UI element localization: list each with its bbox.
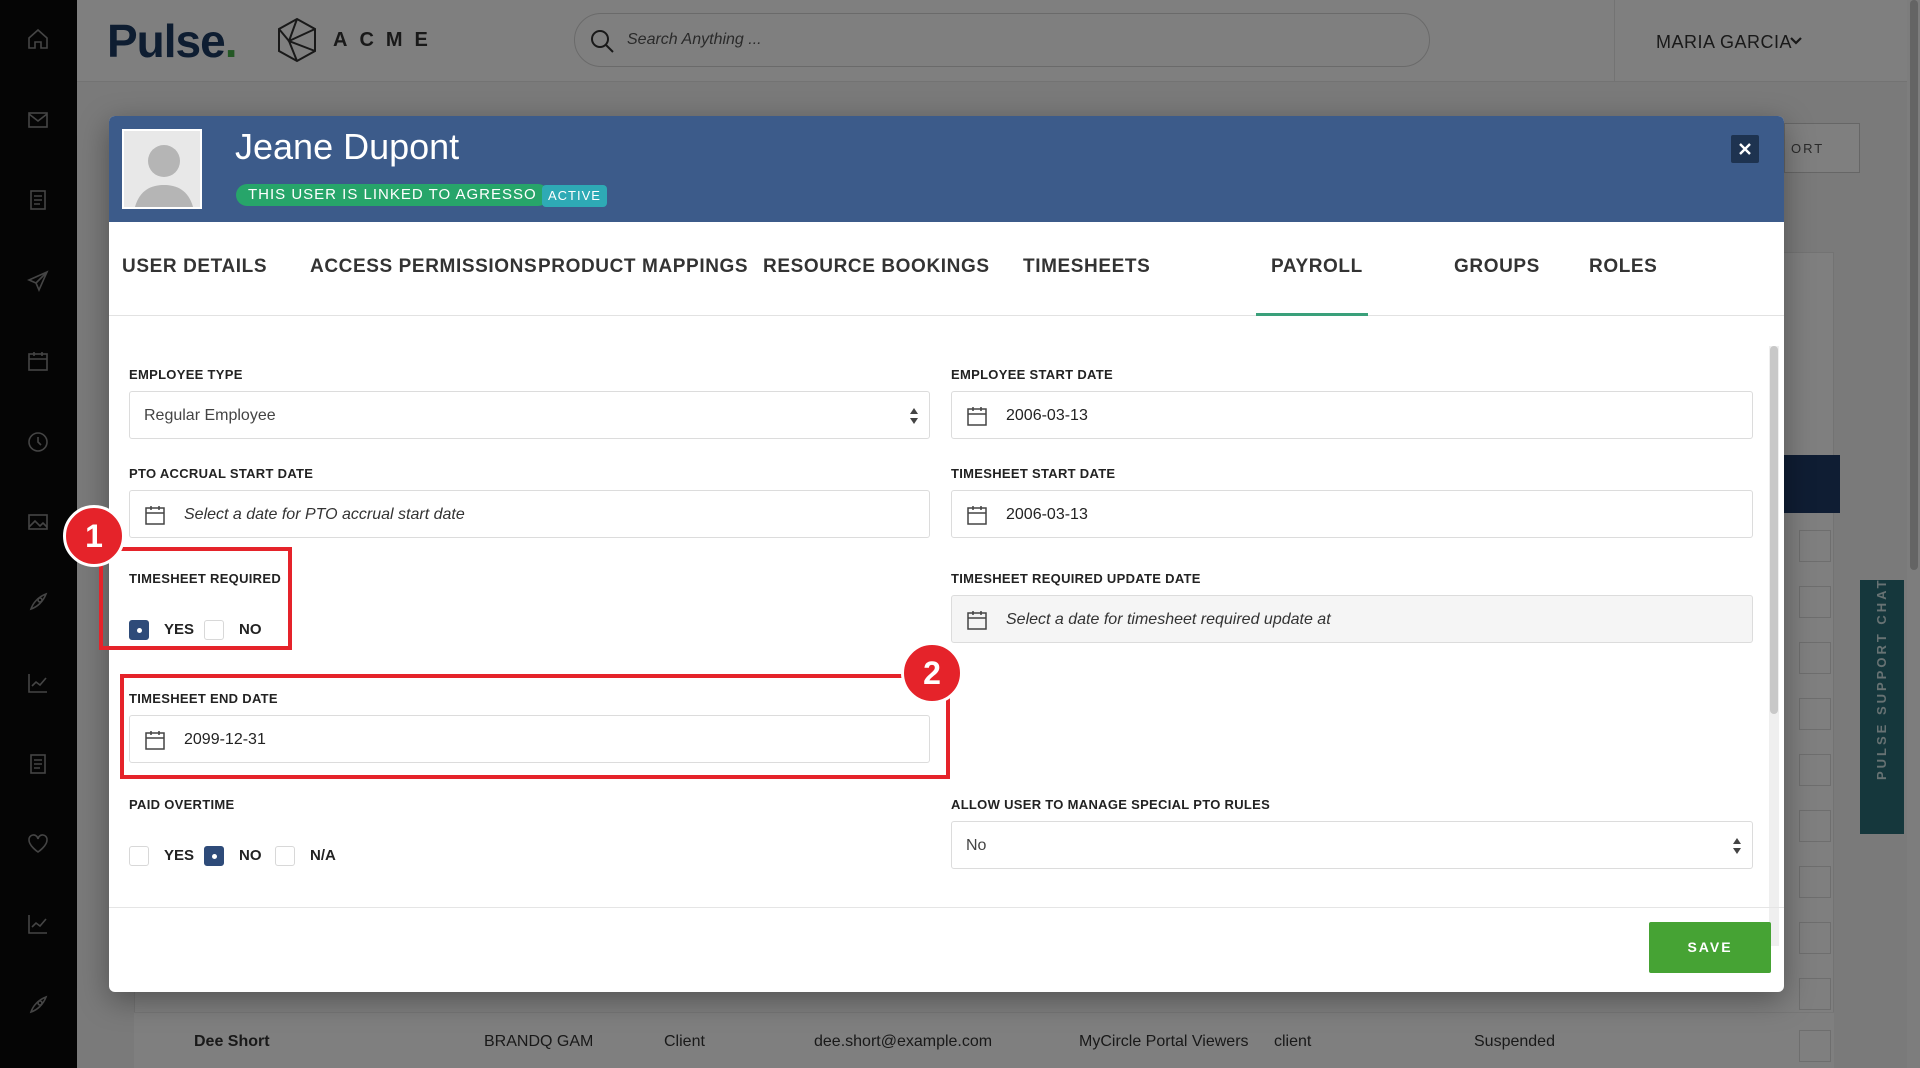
timesheet-required-update-date-label: TIMESHEET REQUIRED UPDATE DATE (951, 571, 1201, 586)
pto-accrual-start-date-field[interactable]: Select a date for PTO accrual start date (129, 490, 930, 538)
select-arrows-icon (909, 406, 919, 426)
employee-start-date-field[interactable]: 2006-03-13 (951, 391, 1753, 439)
paid-overtime-label: PAID OVERTIME (129, 797, 235, 812)
modal-header: Jeane Dupont THIS USER IS LINKED TO AGRE… (109, 116, 1784, 222)
modal-tabs: USER DETAILS ACCESS PERMISSIONS PRODUCT … (109, 222, 1784, 316)
tab-access-permissions[interactable]: ACCESS PERMISSIONS (310, 256, 537, 278)
tab-timesheets[interactable]: TIMESHEETS (1023, 256, 1150, 278)
payroll-form: EMPLOYEE TYPE Regular Employee EMPLOYEE … (109, 317, 1784, 887)
timesheet-start-date-field[interactable]: 2006-03-13 (951, 490, 1753, 538)
timesheet-required-update-date-field[interactable]: Select a date for timesheet required upd… (951, 595, 1753, 643)
paid-overtime-na-checkbox[interactable] (275, 846, 295, 866)
paid-overtime-na-label: N/A (310, 847, 336, 864)
calendar-icon (966, 405, 988, 427)
tab-resource-bookings[interactable]: RESOURCE BOOKINGS (763, 256, 990, 278)
timesheet-start-date-label: TIMESHEET START DATE (951, 466, 1116, 481)
tab-product-mappings[interactable]: PRODUCT MAPPINGS (538, 256, 748, 278)
annotation-box-2 (120, 674, 950, 779)
annotation-marker-2: 2 (901, 642, 963, 704)
agresso-link-badge: THIS USER IS LINKED TO AGRESSO (236, 184, 549, 206)
allow-special-pto-label: ALLOW USER TO MANAGE SPECIAL PTO RULES (951, 797, 1271, 812)
paid-overtime-yes-checkbox[interactable] (129, 846, 149, 866)
save-button[interactable]: SAVE (1649, 922, 1771, 973)
calendar-icon (144, 504, 166, 526)
close-icon (1739, 143, 1751, 155)
user-modal: Jeane Dupont THIS USER IS LINKED TO AGRE… (109, 116, 1784, 992)
employee-type-label: EMPLOYEE TYPE (129, 367, 243, 382)
paid-overtime-yes-label: YES (164, 847, 195, 864)
allow-special-pto-select[interactable]: No (951, 821, 1753, 869)
close-button[interactable] (1731, 135, 1759, 163)
tab-payroll[interactable]: PAYROLL (1271, 256, 1363, 278)
select-arrows-icon (1732, 836, 1742, 856)
annotation-marker-1: 1 (63, 505, 125, 567)
user-name-heading: Jeane Dupont (235, 126, 460, 167)
calendar-icon (966, 504, 988, 526)
active-tab-indicator (1256, 313, 1368, 316)
modal-scrollbar[interactable] (1769, 346, 1779, 946)
status-badge: ACTIVE (542, 185, 607, 207)
user-avatar (122, 129, 202, 209)
employee-type-select[interactable]: Regular Employee (129, 391, 930, 439)
pto-accrual-start-date-label: PTO ACCRUAL START DATE (129, 466, 314, 481)
paid-overtime-no-checkbox[interactable] (204, 846, 224, 866)
tab-groups[interactable]: GROUPS (1454, 256, 1540, 278)
employee-start-date-label: EMPLOYEE START DATE (951, 367, 1113, 382)
tab-user-details[interactable]: USER DETAILS (122, 256, 267, 278)
tab-roles[interactable]: ROLES (1589, 256, 1657, 278)
annotation-box-1 (99, 547, 292, 650)
calendar-icon (966, 609, 988, 631)
paid-overtime-no-label: NO (239, 847, 262, 864)
